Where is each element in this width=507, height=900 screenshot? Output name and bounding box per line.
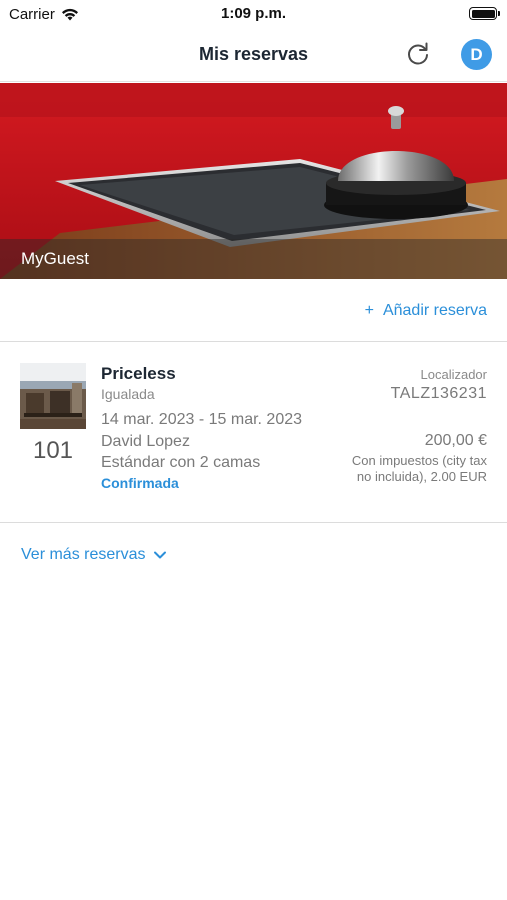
status-time: 1:09 p.m. <box>220 5 287 22</box>
locator-code: TALZ136231 <box>390 385 487 402</box>
chevron-down-icon <box>154 551 167 559</box>
stay-dates: 14 mar. 2023 - 15 mar. 2023 <box>101 411 303 428</box>
reservation-price: 200,00 € <box>424 432 487 449</box>
reservation-card[interactable]: 101 Priceless Igualada 14 mar. 2023 - 15… <box>0 343 507 523</box>
add-reservation-button[interactable]: + Añadir reserva <box>365 302 487 320</box>
add-reservation-row: + Añadir reserva <box>0 279 507 342</box>
refresh-icon <box>408 42 428 65</box>
hero-caption: MyGuest <box>21 249 90 268</box>
room-type: Estándar con 2 camas <box>101 454 261 471</box>
hero-caption-bar: MyGuest <box>0 239 507 279</box>
more-reservations-label: Ver más reservas <box>21 546 146 563</box>
guest-name: David Lopez <box>101 433 190 450</box>
navigation-bar: Mis reservas D <box>0 28 507 82</box>
more-reservations-button[interactable]: Ver más reservas <box>21 546 167 564</box>
hotel-name: Priceless <box>101 364 176 383</box>
status-bar: Carrier 1:09 p.m. <box>0 0 507 28</box>
add-reservation-label: Añadir reserva <box>382 302 487 319</box>
user-avatar[interactable]: D <box>461 39 492 70</box>
tax-note: Con impuestos (city tax no incluida), 2.… <box>351 453 487 484</box>
status-badge: Confirmada <box>101 475 179 491</box>
hero-banner: MyGuest <box>0 83 507 279</box>
plus-icon: + <box>364 302 374 319</box>
room-number: 101 <box>32 437 74 464</box>
hotel-thumbnail <box>20 363 86 429</box>
hotel-city: Igualada <box>101 386 155 402</box>
battery-icon <box>469 7 500 20</box>
locator-label: Localizador <box>420 367 488 382</box>
refresh-button[interactable] <box>404 40 432 68</box>
